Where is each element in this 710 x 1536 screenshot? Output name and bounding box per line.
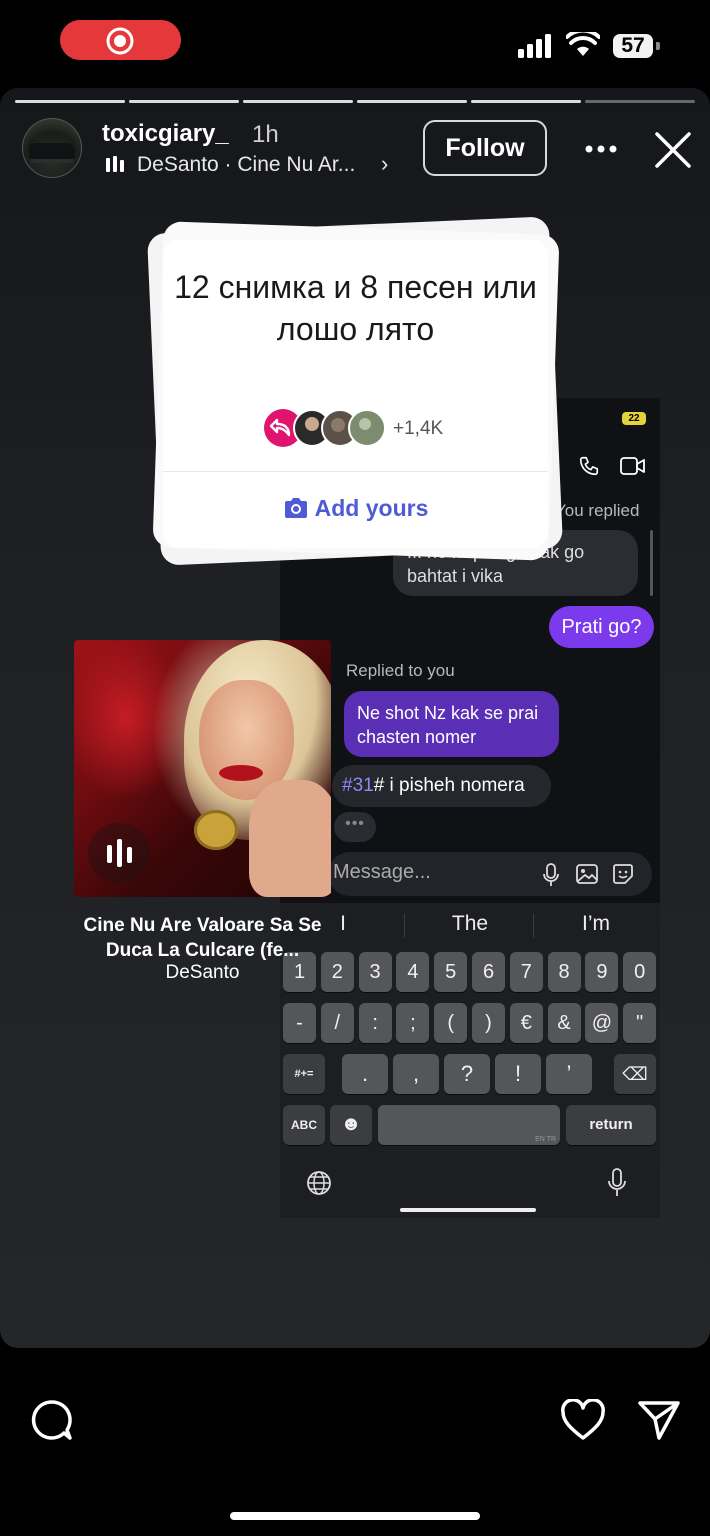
music-bars-icon: [106, 156, 124, 172]
key-6[interactable]: 7: [509, 952, 543, 992]
typing-indicator: •••: [334, 812, 376, 842]
heart-icon[interactable]: [560, 1399, 606, 1441]
avatar[interactable]: [22, 118, 82, 178]
story-progress-segment: [585, 100, 695, 103]
sticker-title: 12 снимка и 8 песен или лошо лято: [174, 269, 537, 347]
add-yours-sticker[interactable]: 12 снимка и 8 песен или лошо лято +1,4K …: [163, 240, 548, 548]
hashtag-message-text: # i pisheh nomera: [373, 775, 525, 796]
you-replied-label: You replied: [555, 501, 640, 520]
chevron-right-icon[interactable]: ›: [381, 151, 388, 177]
story-progress-segment: [243, 100, 353, 103]
symbol-key[interactable]: (: [434, 1003, 468, 1043]
abc-key[interactable]: ABC: [283, 1105, 325, 1145]
song-artist: DeSanto: [165, 962, 240, 983]
cellular-signal-icon: [518, 34, 551, 58]
punct-key[interactable]: !: [495, 1054, 541, 1094]
video-call-icon[interactable]: [620, 456, 646, 476]
gallery-icon[interactable]: [576, 863, 598, 885]
backspace-icon: ⌫: [622, 1064, 648, 1084]
suggestion-2[interactable]: The: [415, 912, 525, 936]
symbol-key[interactable]: ;: [396, 1003, 430, 1043]
key-5[interactable]: 6: [472, 952, 505, 992]
close-icon[interactable]: [654, 131, 692, 169]
story-song-label[interactable]: DeSanto · Cine Nu Ar...: [137, 153, 355, 177]
punct-key[interactable]: ,: [393, 1054, 439, 1094]
battery-indicator: 57: [613, 34, 653, 58]
space-key[interactable]: EN TR: [378, 1105, 560, 1145]
phone-icon[interactable]: [578, 455, 600, 477]
replied-to-you-label: Replied to you: [346, 661, 455, 680]
add-yours-button[interactable]: Add yours: [163, 495, 548, 522]
equalizer-icon: [107, 839, 132, 867]
symbol-key[interactable]: &: [547, 1003, 581, 1043]
backspace-key[interactable]: ⌫: [614, 1054, 656, 1094]
story-progress-segment: [471, 100, 581, 103]
story-progress-segment: [15, 100, 125, 103]
return-key[interactable]: return: [566, 1105, 656, 1145]
song-title: Cine Nu Are Valoare Sa Se Duca La Culcar…: [83, 915, 322, 961]
camera-icon: [284, 498, 307, 518]
key-8[interactable]: 9: [585, 952, 619, 992]
symbol-key[interactable]: ": [623, 1003, 657, 1043]
story-progress-segment: [357, 100, 467, 103]
sticker-icon[interactable]: [612, 863, 634, 885]
outgoing-message[interactable]: Prati go?: [549, 606, 654, 648]
story-progress-segment: [129, 100, 239, 103]
follow-button[interactable]: Follow: [423, 120, 547, 176]
punct-key[interactable]: .: [342, 1054, 388, 1094]
key-2[interactable]: 3: [358, 952, 392, 992]
add-yours-label: Add yours: [314, 495, 429, 521]
emoji-key[interactable]: ☻: [330, 1105, 372, 1145]
album-art-eq-backdrop: [88, 823, 150, 883]
song-album-art[interactable]: [74, 640, 331, 897]
wifi-icon: [566, 32, 600, 56]
microphone-icon[interactable]: [542, 863, 560, 887]
reply-indicator: [650, 530, 653, 596]
chat-home-indicator: [400, 1208, 536, 1212]
symbol-key[interactable]: /: [320, 1003, 354, 1043]
symbol-key[interactable]: ): [472, 1003, 505, 1043]
participant-count: +1,4K: [393, 418, 444, 439]
symbol-key[interactable]: -: [283, 1003, 316, 1043]
participant-avatars[interactable]: [263, 408, 388, 450]
symbols-key[interactable]: #+=: [283, 1054, 325, 1094]
punct-key[interactable]: ?: [444, 1054, 490, 1094]
home-indicator[interactable]: [230, 1512, 480, 1520]
username[interactable]: toxicgiary_: [102, 120, 229, 148]
avatar-car-image: [29, 143, 75, 159]
message-placeholder: Message...: [333, 861, 431, 883]
suggestion-divider: [533, 914, 534, 938]
key-9[interactable]: 0: [623, 952, 657, 992]
key-4[interactable]: 5: [434, 952, 468, 992]
globe-icon[interactable]: [306, 1170, 332, 1196]
emoji-icon: ☻: [340, 1113, 362, 1135]
comment-icon[interactable]: [30, 1398, 74, 1442]
symbol-key[interactable]: @: [585, 1003, 619, 1043]
key-3[interactable]: 4: [396, 952, 430, 992]
symbol-key[interactable]: :: [358, 1003, 392, 1043]
incoming-message[interactable]: Ne shot Nz kak se prai chasten nomer: [344, 691, 559, 757]
more-options-icon[interactable]: [585, 145, 617, 153]
suggestion-divider: [404, 914, 405, 938]
punct-key[interactable]: ’: [546, 1054, 592, 1094]
key-7[interactable]: 8: [547, 952, 581, 992]
story-time: 1h: [252, 121, 279, 148]
suggestion-3[interactable]: I’m: [543, 912, 649, 936]
dictation-icon[interactable]: [607, 1168, 627, 1198]
symbol-key[interactable]: €: [509, 1003, 543, 1043]
space-key-hint: EN TR: [535, 1136, 556, 1143]
album-art-gold: [194, 810, 238, 850]
hashtag-link[interactable]: #31: [342, 775, 374, 796]
record-icon: [106, 27, 134, 55]
battery-tip: [656, 42, 660, 50]
album-art-hand: [249, 780, 331, 897]
sticker-divider: [163, 471, 548, 472]
hashtag-message[interactable]: #31# i pisheh nomera: [332, 765, 551, 807]
send-icon[interactable]: [637, 1399, 681, 1441]
chat-battery: 22: [622, 412, 646, 425]
album-art-lips: [219, 765, 263, 781]
